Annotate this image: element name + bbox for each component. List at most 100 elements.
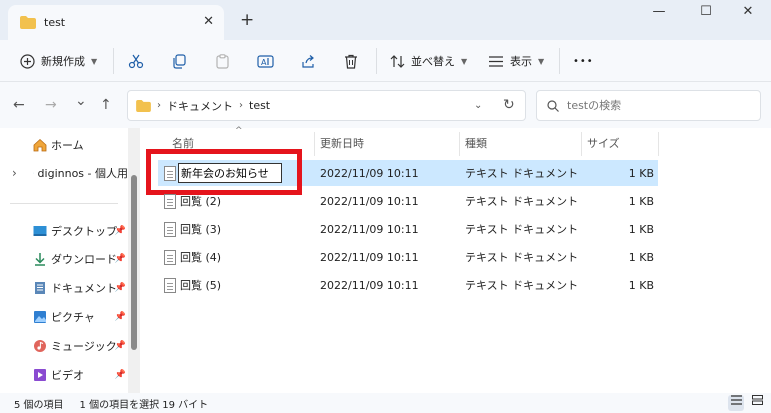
search-box[interactable] (536, 90, 761, 121)
table-row[interactable]: 回覧 (4) 2022/11/09 10:11 テキスト ドキュメント 1 KB (158, 244, 658, 270)
sidebar-item-label: デスクトップ (51, 225, 117, 238)
more-options-button[interactable]: ••• (573, 50, 594, 72)
column-divider[interactable] (658, 132, 659, 156)
back-button[interactable]: ← (13, 97, 25, 113)
type-cell: テキスト ドキュメント (465, 251, 579, 264)
copy-button[interactable] (172, 50, 187, 72)
file-cell (164, 216, 176, 242)
expand-chevron-icon[interactable]: › (12, 166, 17, 180)
download-icon (35, 253, 45, 266)
onedrive-icon (33, 172, 34, 174)
new-button[interactable]: 新規作成 ▼ (20, 50, 97, 72)
column-divider[interactable] (314, 132, 315, 156)
sidebar-scrollbar-thumb[interactable] (131, 175, 137, 350)
modified-cell: 2022/11/09 10:11 (320, 278, 419, 292)
new-tab-button[interactable]: + (240, 10, 254, 30)
breadcrumb-separator[interactable]: › (157, 100, 161, 111)
file-cell (164, 188, 176, 214)
address-history-icon[interactable]: ⌄ (474, 100, 482, 111)
text-file-icon (164, 193, 176, 209)
size-cell: 1 KB (628, 222, 654, 236)
sidebar-item-onedrive[interactable]: › diginnos - 個人用 (0, 160, 128, 186)
item-count: 5 個の項目 (14, 399, 64, 411)
table-row[interactable]: 回覧 (2) 2022/11/09 10:11 テキスト ドキュメント 1 KB (158, 188, 658, 214)
recent-locations-button[interactable]: ⌄ (75, 93, 87, 109)
details-view-button[interactable] (728, 395, 744, 411)
sort-icon (390, 54, 405, 68)
tab-close-icon[interactable]: ✕ (203, 14, 214, 29)
music-icon (34, 340, 46, 352)
tiles-view-button[interactable] (749, 395, 765, 411)
share-button[interactable] (301, 50, 316, 72)
sidebar-divider (10, 203, 118, 204)
refresh-icon[interactable]: ↻ (503, 97, 515, 113)
pin-icon[interactable]: 📌 (115, 254, 126, 264)
maximize-button[interactable]: ☐ (688, 4, 724, 24)
sidebar-item-videos[interactable]: ビデオ 📌 (0, 362, 128, 388)
documents-icon (35, 282, 45, 294)
divider (113, 48, 114, 74)
close-button[interactable]: ✕ (730, 4, 766, 24)
search-icon (547, 99, 559, 112)
divider (559, 48, 560, 74)
column-divider[interactable] (581, 132, 582, 156)
name-cell: 回覧 (3) (180, 223, 222, 236)
cut-button[interactable] (128, 50, 144, 72)
rename-button[interactable]: A (257, 50, 274, 72)
trash-icon (345, 54, 357, 69)
view-button[interactable]: 表示 ▼ (488, 50, 544, 72)
desktop-icon (33, 226, 47, 236)
new-label: 新規作成 (41, 55, 85, 68)
pin-icon[interactable]: 📌 (115, 226, 126, 236)
sidebar-item-downloads[interactable]: ダウンロード 📌 (0, 246, 128, 272)
column-divider[interactable] (459, 132, 460, 156)
minimize-button[interactable]: — (641, 4, 677, 24)
sidebar-item-desktop[interactable]: デスクトップ 📌 (0, 218, 128, 244)
sidebar-item-music[interactable]: ミュージック 📌 (0, 333, 128, 359)
file-cell (164, 244, 176, 270)
sidebar-item-label: diginnos - 個人用 (37, 167, 128, 180)
breadcrumb-test[interactable]: test (249, 99, 270, 112)
pin-icon[interactable]: 📌 (115, 370, 126, 380)
paste-button[interactable] (215, 50, 230, 72)
up-button[interactable]: ↑ (100, 97, 112, 113)
sort-button[interactable]: 並べ替え ▼ (390, 50, 467, 72)
search-input[interactable] (567, 99, 747, 112)
sort-ascending-icon: ^ (235, 126, 243, 136)
selection-info: 1 個の項目を選択 19 バイト (79, 399, 209, 411)
type-cell: テキスト ドキュメント (465, 195, 579, 208)
title-bar: test ✕ + — ☐ ✕ (0, 0, 771, 40)
sidebar-item-label: ダウンロード (51, 253, 117, 266)
breadcrumb-separator[interactable]: › (239, 100, 243, 111)
file-list: ^ 名前 更新日時 種類 サイズ 2022/11/09 10:11 テキスト ド… (140, 126, 771, 393)
sidebar-item-pictures[interactable]: ピクチャ 📌 (0, 304, 128, 330)
folder-icon (20, 16, 36, 29)
table-row[interactable]: 回覧 (5) 2022/11/09 10:11 テキスト ドキュメント 1 KB (158, 272, 658, 298)
type-cell: テキスト ドキュメント (465, 167, 579, 180)
share-icon (302, 54, 314, 68)
delete-button[interactable] (344, 50, 358, 72)
column-header-modified[interactable]: 更新日時 (320, 128, 364, 158)
name-cell: 回覧 (2) (180, 195, 222, 208)
details-view-icon (730, 395, 742, 405)
pin-icon[interactable]: 📌 (115, 341, 126, 351)
video-icon (34, 369, 46, 381)
address-bar[interactable]: › ドキュメント › test (127, 90, 526, 121)
tab-test[interactable]: test ✕ (8, 5, 224, 40)
sidebar-item-home[interactable]: ホーム (0, 132, 128, 158)
column-header-size[interactable]: サイズ (587, 128, 620, 158)
command-bar: 新規作成 ▼ A 並べ替え ▼ 表示 ▼ ••• (0, 40, 771, 82)
pin-icon[interactable]: 📌 (115, 312, 126, 322)
breadcrumb-documents[interactable]: ドキュメント (167, 98, 233, 114)
sidebar-item-documents[interactable]: ドキュメント 📌 (0, 275, 128, 301)
chevron-down-icon: ▼ (91, 56, 98, 66)
tiles-view-icon (751, 395, 763, 405)
size-cell: 1 KB (628, 250, 654, 264)
table-row[interactable]: 回覧 (3) 2022/11/09 10:11 テキスト ドキュメント 1 KB (158, 216, 658, 242)
column-header-type[interactable]: 種類 (465, 128, 487, 158)
forward-button[interactable]: → (45, 97, 57, 113)
sidebar-item-label: ドキュメント (51, 282, 117, 295)
pin-icon[interactable]: 📌 (115, 283, 126, 293)
modified-cell: 2022/11/09 10:11 (320, 222, 419, 236)
name-cell: 回覧 (4) (180, 251, 222, 264)
